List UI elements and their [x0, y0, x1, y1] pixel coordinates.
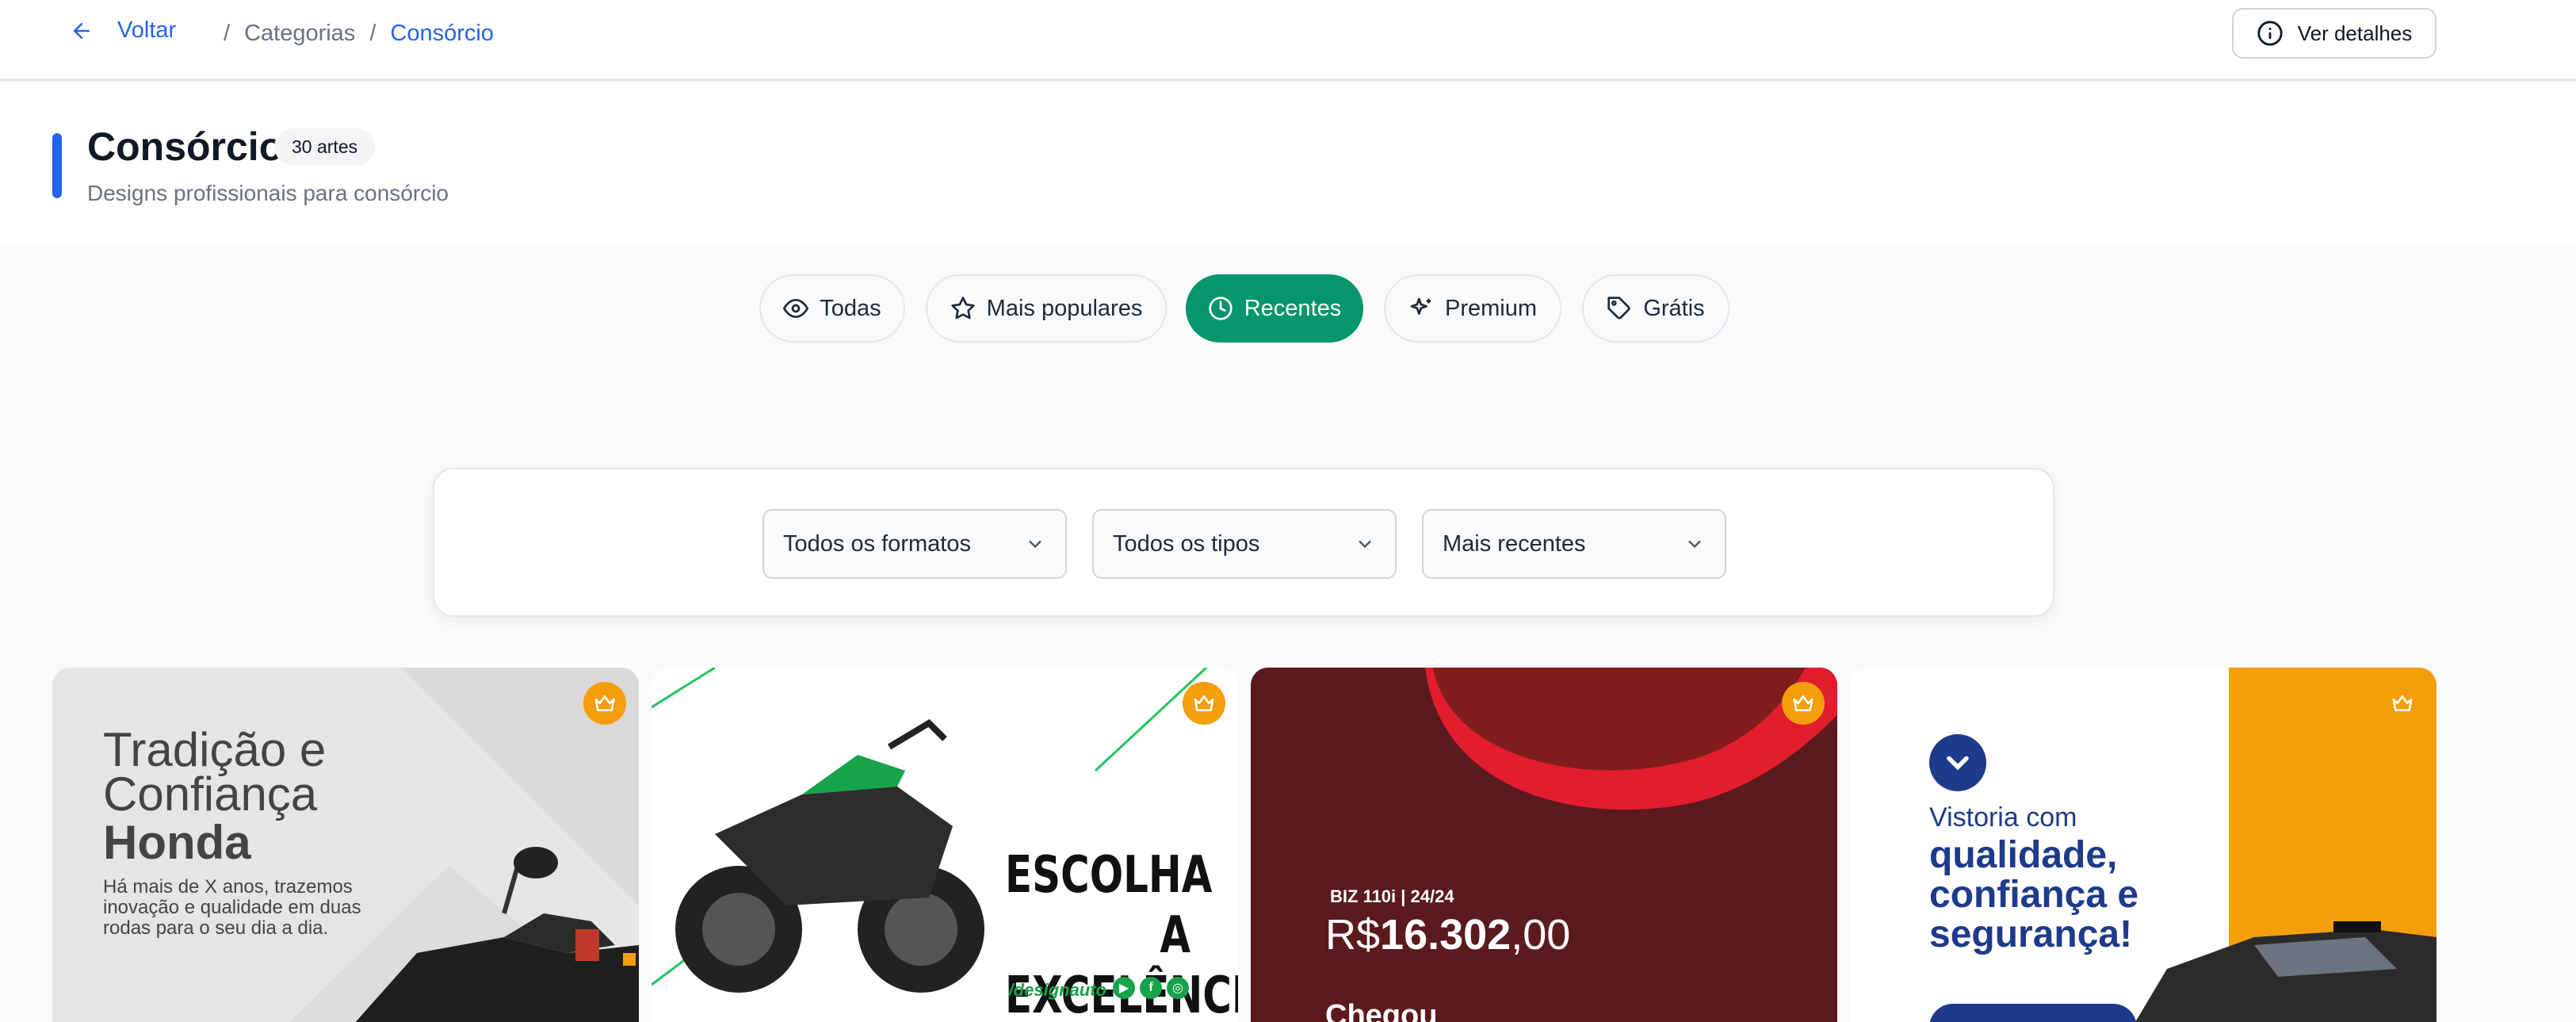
filters-panel: Todos os formatos Todos os tipos Mais re…: [433, 468, 2054, 617]
star-icon: [951, 297, 975, 320]
view-details-label: Ver detalhes: [2297, 21, 2413, 45]
premium-crown-badge: [1183, 682, 1225, 725]
crown-icon: [1194, 695, 1214, 711]
price-main: 16.302: [1380, 911, 1512, 959]
breadcrumb-separator: /: [224, 21, 231, 46]
card-title-line: Tradição e Confiança: [103, 723, 327, 821]
facebook-icon: f: [1140, 977, 1162, 999]
card-handle: /designauto: [1008, 980, 1106, 1000]
art-card-honda[interactable]: Tradição e Confiança Honda Há mais de X …: [52, 668, 639, 1022]
tab-label: Mais populares: [986, 295, 1143, 321]
car-image: [2135, 921, 2436, 1022]
card-title-line-2: Confiança: [103, 767, 318, 821]
count-badge: 30 artes: [274, 128, 376, 165]
art-card-escolha[interactable]: ESCOLHA A EXCELÊNCIA /designauto ▶ f ◎: [652, 668, 1238, 1022]
art-card-vistoria[interactable]: Vistoria com qualidade, confiança e segu…: [1850, 668, 2436, 1022]
info-icon: [2257, 21, 2283, 46]
chevron-down-icon: [1947, 756, 1969, 771]
price-prefix: R$: [1325, 911, 1381, 959]
eye-icon: [783, 298, 809, 319]
card-headline-line-1: ESCOLHA A: [1005, 846, 1213, 965]
social-icons: ▶ f ◎: [1113, 977, 1189, 999]
sort-select-value: Mais recentes: [1443, 530, 1586, 557]
crown-icon: [594, 695, 615, 711]
youtube-icon: ▶: [1113, 977, 1135, 999]
tag-icon: [1607, 297, 1630, 320]
tab-label: Recentes: [1244, 295, 1342, 321]
card-background-wave: [1425, 668, 1837, 810]
tab-todas[interactable]: Todas: [759, 274, 905, 343]
card-text-intro: Vistoria com: [1929, 802, 2077, 833]
chevron-badge: [1929, 734, 1986, 791]
chevron-down-icon: [1029, 540, 1041, 549]
page-subtitle: Designs profissionais para consórcio: [87, 181, 449, 205]
card-price: R$16.302,00: [1325, 910, 1570, 959]
tab-gratis[interactable]: Grátis: [1582, 274, 1729, 343]
format-select-value: Todos os formatos: [783, 530, 971, 557]
art-card-biz[interactable]: BIZ 110i | 24/24 R$16.302,00 Chegou: [1251, 668, 1837, 1022]
premium-crown-badge: [2381, 682, 2424, 725]
tab-label: Premium: [1444, 295, 1537, 321]
accent-bar: [52, 133, 62, 198]
card-model: BIZ 110i | 24/24: [1330, 886, 1454, 906]
motorcycle-image: [355, 847, 639, 1022]
arrow-left-icon: [74, 22, 90, 39]
tab-premium[interactable]: Premium: [1384, 274, 1561, 343]
tab-label: Todas: [820, 295, 881, 321]
view-details-button[interactable]: Ver detalhes: [2232, 8, 2436, 59]
tab-label: Grátis: [1643, 295, 1705, 321]
clock-icon: [1209, 297, 1233, 320]
page-title: Consórcio: [87, 124, 284, 169]
filter-tabs: Todas Mais populares Recentes Premium Gr…: [0, 274, 2576, 343]
premium-crown-badge: [583, 682, 626, 725]
motorcycle-image: [675, 718, 984, 993]
breadcrumb-categorias[interactable]: Categorias: [244, 21, 355, 47]
card-blue-button: [1929, 1004, 2137, 1022]
sparkles-icon: [1410, 297, 1431, 315]
sort-select[interactable]: Mais recentes: [1422, 509, 1726, 579]
premium-crown-badge: [1782, 682, 1825, 725]
tab-mais-populares[interactable]: Mais populares: [926, 274, 1167, 343]
back-button[interactable]: Voltar: [70, 17, 176, 44]
tab-recentes[interactable]: Recentes: [1186, 274, 1363, 343]
instagram-icon: ◎: [1167, 977, 1189, 999]
chevron-down-icon: [1688, 540, 1701, 549]
back-label: Voltar: [117, 17, 177, 43]
type-select-value: Todos os tipos: [1113, 530, 1260, 557]
top-bar: Voltar / Categorias / Consórcio Ver deta…: [0, 0, 2576, 81]
crown-icon: [1793, 695, 1814, 711]
card-title-line-1: Tradição e: [103, 723, 327, 776]
crown-icon: [2392, 695, 2413, 711]
breadcrumb-separator: /: [369, 21, 376, 46]
breadcrumb: / Categorias / Consórcio: [224, 21, 494, 47]
type-select[interactable]: Todos os tipos: [1092, 509, 1397, 579]
breadcrumb-current: Consórcio: [390, 21, 494, 46]
category-header: Consórcio 30 artes Designs profissionais…: [0, 82, 2576, 246]
price-cents: ,00: [1511, 911, 1571, 959]
chevron-down-icon: [1359, 540, 1371, 549]
card-cta: Chegou: [1325, 999, 1438, 1022]
format-select[interactable]: Todos os formatos: [762, 509, 1067, 579]
card-title-brand: Honda: [103, 816, 251, 869]
